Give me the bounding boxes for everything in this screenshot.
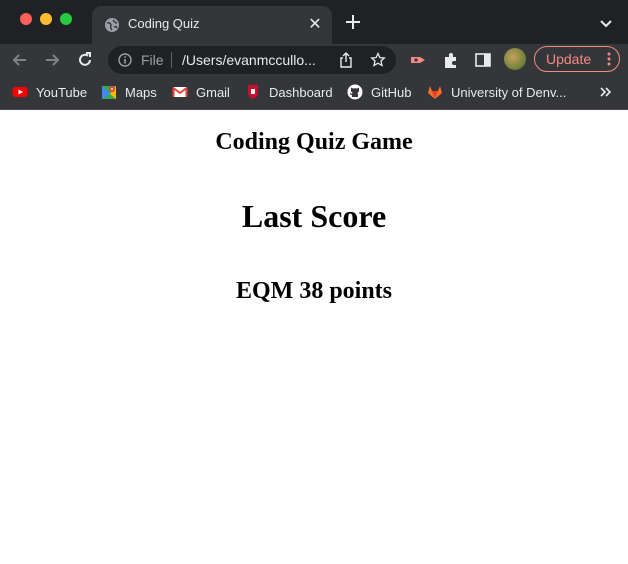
bookmark-label: Dashboard: [269, 84, 333, 100]
puzzle-icon[interactable]: [441, 50, 461, 70]
bookmark-youtube[interactable]: YouTube: [12, 83, 87, 101]
info-icon[interactable]: [118, 53, 132, 67]
globe-icon: [105, 18, 119, 32]
bookmark-label: GitHub: [371, 84, 412, 100]
address-url[interactable]: /Users/evanmccullo...: [182, 52, 328, 68]
extension-red-icon[interactable]: [408, 50, 428, 70]
side-panel-icon[interactable]: [473, 50, 493, 70]
browser-chrome: Coding Quiz ✕ File /Users/evanmccullo...…: [0, 0, 628, 110]
gmail-icon: [172, 87, 188, 97]
bookmark-maps[interactable]: Maps: [101, 83, 157, 101]
profile-avatar[interactable]: [504, 48, 526, 70]
page-content: Coding Quiz Game Last Score EQM 38 point…: [0, 110, 628, 564]
forward-arrow-icon[interactable]: [42, 50, 62, 70]
bookmark-star-icon[interactable]: [370, 52, 386, 68]
bookmark-label: Gmail: [196, 84, 230, 100]
tab-close-icon[interactable]: ✕: [306, 16, 324, 34]
share-icon[interactable]: [338, 52, 354, 68]
gitlab-icon: [428, 86, 442, 99]
minimize-window-button[interactable]: [40, 13, 52, 25]
bookmark-dashboard[interactable]: Dashboard: [245, 83, 333, 101]
chevron-down-icon[interactable]: [598, 15, 614, 31]
new-tab-icon[interactable]: [344, 13, 362, 31]
address-scheme-label: File: [141, 52, 164, 68]
youtube-icon: [12, 87, 28, 97]
toolbar: File /Users/evanmccullo... Update: [0, 44, 628, 77]
bookmark-github[interactable]: GitHub: [347, 83, 411, 101]
close-window-button[interactable]: [20, 13, 32, 25]
address-separator: [171, 52, 172, 68]
zoom-window-button[interactable]: [60, 13, 72, 25]
dashboard-icon: [248, 85, 258, 99]
back-arrow-icon[interactable]: [10, 50, 30, 70]
tab-title: Coding Quiz: [128, 16, 200, 31]
app-title: Coding Quiz Game: [215, 129, 413, 155]
reload-icon[interactable]: [75, 50, 95, 70]
address-bar[interactable]: File /Users/evanmccullo...: [108, 46, 396, 74]
maps-icon: [102, 86, 116, 99]
chevron-double-right-icon[interactable]: [598, 85, 612, 99]
bookmark-gmail[interactable]: Gmail: [172, 83, 230, 101]
update-button[interactable]: Update: [534, 46, 620, 72]
last-score-text: EQM 38 points: [235, 278, 393, 304]
github-icon: [347, 84, 363, 100]
bookmark-label: University of Denv...: [451, 84, 567, 100]
bookmark-label: Maps: [125, 84, 157, 100]
bookmarks-bar: YouTube Maps Gmail Dashboard GitHub Univ…: [0, 77, 628, 110]
section-heading: Last Score: [241, 198, 387, 234]
update-button-label: Update: [546, 51, 592, 67]
tab-coding-quiz[interactable]: Coding Quiz ✕: [92, 6, 332, 44]
more-vertical-icon[interactable]: [607, 52, 611, 66]
bookmark-university[interactable]: University of Denv...: [427, 83, 566, 101]
bookmark-label: YouTube: [36, 84, 88, 100]
title-bar: Coding Quiz ✕: [0, 0, 628, 44]
